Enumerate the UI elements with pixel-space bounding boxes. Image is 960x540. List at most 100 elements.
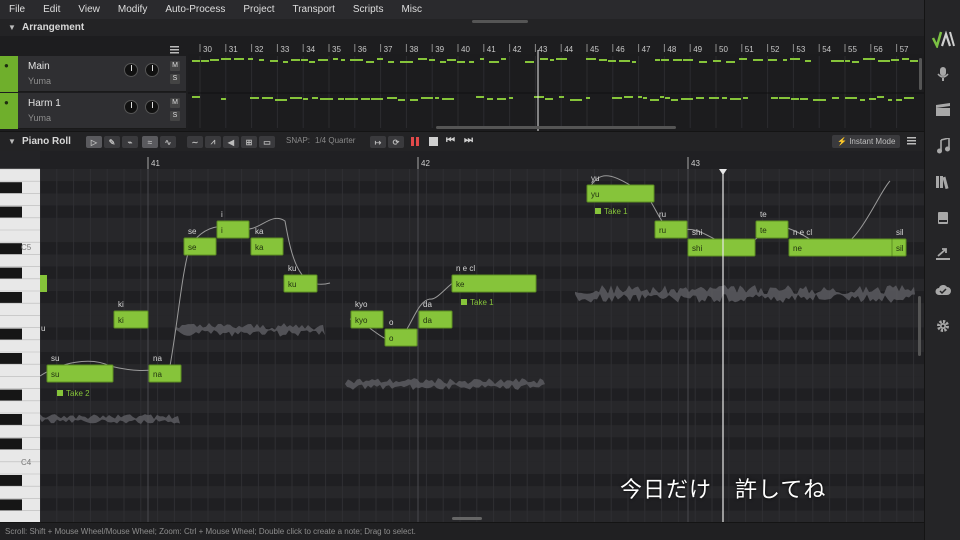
note-lyric: yu xyxy=(591,190,599,199)
black-key[interactable] xyxy=(0,182,22,194)
align-tool-button[interactable]: ⊞ xyxy=(241,136,257,148)
vibrato-tool-button[interactable]: ∿ xyxy=(160,136,176,148)
menu-modify[interactable]: Modify xyxy=(109,0,156,19)
gear-icon[interactable] xyxy=(931,315,955,337)
black-key[interactable] xyxy=(0,267,22,279)
piano-roll-canvas[interactable]: su su ki ki na na se se i i ka ka ku ku kyo kyo o o da da ke… xyxy=(0,151,924,522)
mini-note xyxy=(192,96,200,98)
chevron-down-icon[interactable]: ▼ xyxy=(8,23,18,32)
black-key[interactable] xyxy=(0,243,22,255)
loop-button[interactable]: ⟳ xyxy=(388,136,404,148)
panel-resize-handle[interactable] xyxy=(472,20,528,23)
pitch-tool-button[interactable]: ≈ xyxy=(142,136,158,148)
cloud-check-icon[interactable] xyxy=(931,279,955,301)
hamburger-menu-icon[interactable] xyxy=(907,137,916,145)
menu-edit[interactable]: Edit xyxy=(34,0,69,19)
mini-note xyxy=(852,61,859,63)
black-key[interactable] xyxy=(0,438,22,450)
black-key[interactable] xyxy=(0,414,22,426)
forward-button[interactable]: ⏭ xyxy=(464,135,473,146)
microphone-icon[interactable] xyxy=(931,63,955,85)
arrangement-scrollbar[interactable] xyxy=(436,126,676,129)
arrangement-vscroll[interactable] xyxy=(919,58,922,90)
track-harm-1[interactable]: ● Harm 1 Yuma M S xyxy=(0,93,186,129)
track-main[interactable]: ● Main Yuma M S xyxy=(0,56,186,92)
ruler-label: 42 xyxy=(513,45,522,54)
mini-note xyxy=(902,58,909,60)
arrangement-ruler[interactable]: 30 31 32 33 34 35 36 37 38 39 40 41 42 43 44 45 46 47 48 49… xyxy=(188,40,924,54)
menu-auto-process[interactable]: Auto-Process xyxy=(156,0,234,19)
chevron-down-icon[interactable]: ▼ xyxy=(8,137,18,146)
piano-roll-header: ▼ Piano Roll ▷ ✎ ⌁ ≈ ∿ ∼ ⩘ ◀ ⊞ ▭ SNAP: 1… xyxy=(0,131,924,151)
note-offscreen[interactable] xyxy=(40,275,47,292)
piano-keyboard[interactable]: C5 C4 xyxy=(0,168,40,522)
rewind-button[interactable]: ⏮ xyxy=(446,135,455,146)
hamburger-menu-icon[interactable] xyxy=(170,41,179,54)
menu-file[interactable]: File xyxy=(0,0,34,19)
piano-roll-hscroll[interactable] xyxy=(452,517,482,520)
black-key[interactable] xyxy=(0,499,22,511)
mini-note xyxy=(800,98,808,100)
pointer-tool-button[interactable]: ▷ xyxy=(86,136,102,148)
book-icon[interactable] xyxy=(931,207,955,229)
mini-note xyxy=(283,61,288,63)
black-key[interactable] xyxy=(0,353,22,365)
clapperboard-icon[interactable] xyxy=(931,99,955,121)
person-icon: ● xyxy=(4,61,9,70)
ruler-label: 45 xyxy=(590,45,599,54)
track-singer: Yuma xyxy=(28,76,52,86)
loop-start-button[interactable]: ↦ xyxy=(370,136,386,148)
solo-button[interactable]: S xyxy=(170,111,180,121)
wave-tool-button[interactable]: ⩘ xyxy=(205,136,221,148)
mini-note xyxy=(525,61,534,63)
black-key[interactable] xyxy=(0,292,22,304)
volume-knob[interactable] xyxy=(124,63,138,77)
mini-note xyxy=(771,97,778,99)
mute-button[interactable]: M xyxy=(170,61,180,71)
snap-dropdown[interactable]: 1/4 Quarter xyxy=(315,136,355,145)
solo-button[interactable]: S xyxy=(170,74,180,84)
black-key[interactable] xyxy=(0,328,22,340)
pan-knob[interactable] xyxy=(145,100,159,114)
speaker-tool-button[interactable]: ◀ xyxy=(223,136,239,148)
take-label[interactable]: Take 1 xyxy=(470,298,494,307)
curve-tool-button[interactable]: ∼ xyxy=(187,136,203,148)
mini-note xyxy=(753,59,763,61)
music-note-icon[interactable] xyxy=(931,135,955,157)
mini-note xyxy=(586,58,596,60)
menu-view[interactable]: View xyxy=(69,0,109,19)
keyboard-tool-button[interactable]: ▭ xyxy=(259,136,275,148)
take-label[interactable]: Take 1 xyxy=(604,207,628,216)
library-icon[interactable] xyxy=(931,171,955,193)
piano-roll-vscroll[interactable] xyxy=(918,296,921,356)
mini-note xyxy=(730,98,741,100)
black-key[interactable] xyxy=(0,475,22,487)
menu-project[interactable]: Project xyxy=(234,0,283,19)
pan-knob[interactable] xyxy=(145,63,159,77)
take-label[interactable]: Take 2 xyxy=(66,389,90,398)
arrangement-header[interactable]: ▼ Arrangement xyxy=(0,19,924,36)
mini-note xyxy=(681,98,693,100)
note-phoneme: n e cl xyxy=(793,228,812,237)
volume-knob[interactable] xyxy=(124,100,138,114)
mute-button[interactable]: M xyxy=(170,98,180,108)
note-lyric: sil xyxy=(896,244,904,253)
menu-scripts[interactable]: Scripts xyxy=(344,0,393,19)
export-icon[interactable] xyxy=(931,243,955,265)
menu-transport[interactable]: Transport xyxy=(283,0,343,19)
stop-button[interactable] xyxy=(429,137,438,146)
instant-mode-button[interactable]: ⚡ Instant Mode xyxy=(832,135,901,148)
ruler-label: 38 xyxy=(409,45,418,54)
scissors-tool-button[interactable]: ⌁ xyxy=(122,136,138,148)
menu-misc[interactable]: Misc xyxy=(392,0,431,19)
pen-tool-button[interactable]: ✎ xyxy=(104,136,120,148)
mini-note xyxy=(650,99,659,101)
black-key[interactable] xyxy=(0,389,22,401)
arrangement-timeline[interactable]: 30 31 32 33 34 35 36 37 38 39 40 41 42 43 44 45 46 47 48 49… xyxy=(188,36,924,131)
black-key[interactable] xyxy=(0,206,22,218)
mini-note xyxy=(863,58,875,60)
record-button[interactable] xyxy=(411,137,419,146)
mini-note xyxy=(497,98,506,100)
ruler-label: 34 xyxy=(306,45,315,54)
mini-note xyxy=(221,58,231,60)
